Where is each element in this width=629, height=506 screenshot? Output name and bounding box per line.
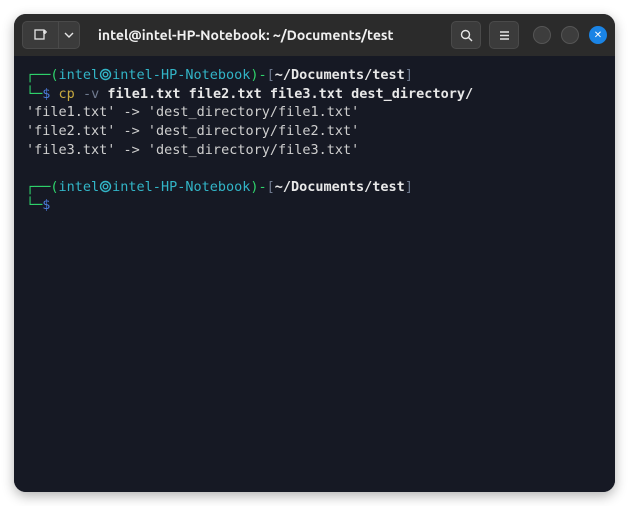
titlebar: intel@intel-HP-Notebook: ~/Documents/tes… — [14, 14, 615, 56]
prompt-lparen: ( — [50, 67, 58, 83]
prompt-line-1: ┌──(intel intel-HP-Notebook)-[~/Documents… — [26, 67, 413, 83]
prompt-corner-bottom: └─ — [26, 86, 42, 102]
output-line: 'file1.txt' -> 'dest_directory/file1.txt… — [26, 104, 359, 120]
prompt-rbracket: ] — [405, 179, 413, 195]
prompt-tilde: ~ — [275, 179, 283, 195]
new-tab-icon — [33, 27, 49, 43]
new-tab-button[interactable] — [22, 21, 58, 49]
prompt-corner-top: ┌── — [26, 179, 50, 195]
prompt-path: /Documents/test — [283, 67, 405, 83]
command-line: └─$ cp -v file1.txt file2.txt file3.txt … — [26, 86, 473, 102]
spiral-icon — [99, 68, 112, 81]
window-title: intel@intel-HP-Notebook: ~/Documents/tes… — [88, 27, 443, 43]
output-line: 'file2.txt' -> 'dest_directory/file2.txt… — [26, 123, 359, 139]
prompt-dollar: $ — [42, 86, 50, 102]
prompt-tilde: ~ — [275, 67, 283, 83]
cmd-args: file1.txt file2.txt file3.txt dest_direc… — [99, 86, 473, 102]
prompt-host: intel-HP-Notebook — [112, 67, 250, 83]
prompt-rparen: )- — [250, 179, 266, 195]
terminal-body[interactable]: ┌──(intelintel-HP-Notebook)-[~/Documents… — [14, 56, 615, 492]
cmd-flag: -v — [83, 86, 99, 102]
search-button[interactable] — [451, 21, 481, 49]
prompt-dollar: $ — [42, 197, 50, 213]
window-controls — [533, 26, 607, 44]
prompt-path: /Documents/test — [283, 179, 405, 195]
prompt-corner-bottom: └─ — [26, 197, 42, 213]
prompt-lbracket: [ — [267, 179, 275, 195]
prompt-lparen: ( — [50, 179, 58, 195]
prompt-corner-top: ┌── — [26, 67, 50, 83]
search-icon — [459, 28, 474, 43]
prompt-user: intel — [59, 67, 100, 83]
new-tab-dropdown[interactable] — [58, 21, 80, 49]
prompt-host: intel-HP-Notebook — [112, 179, 250, 195]
menu-button[interactable] — [489, 21, 519, 49]
prompt-rbracket: ] — [405, 67, 413, 83]
close-button[interactable] — [589, 26, 607, 44]
titlebar-right-group — [451, 21, 607, 49]
hamburger-icon — [497, 28, 512, 43]
titlebar-left-group — [22, 21, 80, 49]
output-line: 'file3.txt' -> 'dest_directory/file3.txt… — [26, 142, 359, 158]
cmd-name: cp — [59, 86, 83, 102]
maximize-button[interactable] — [561, 26, 579, 44]
terminal-window: intel@intel-HP-Notebook: ~/Documents/tes… — [14, 14, 615, 492]
prompt-lbracket: [ — [267, 67, 275, 83]
prompt-line-2: ┌──(intel intel-HP-Notebook)-[~/Documents… — [26, 179, 413, 195]
chevron-down-icon — [64, 30, 74, 40]
prompt-user: intel — [59, 179, 100, 195]
command-line-empty: └─$ — [26, 197, 59, 213]
prompt-rparen: )- — [250, 67, 266, 83]
minimize-button[interactable] — [533, 26, 551, 44]
spiral-icon — [99, 180, 112, 193]
